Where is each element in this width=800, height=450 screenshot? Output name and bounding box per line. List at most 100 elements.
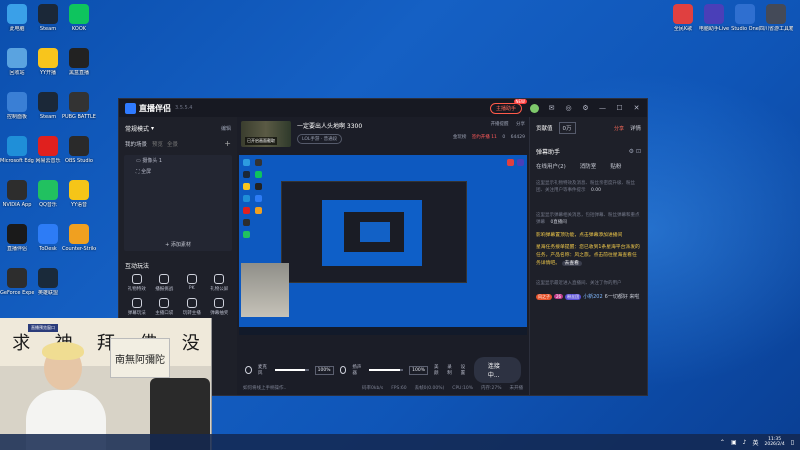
mic-volume-slider[interactable] — [274, 369, 309, 371]
desktop-icon[interactable]: OBS Studio — [62, 136, 96, 164]
desktop-icon[interactable]: PUBG BATTLEGRO — [62, 92, 96, 120]
desktop-icon[interactable]: 网易云音乐 — [31, 136, 65, 164]
streamer-assistant-button[interactable]: 主播助手 NEW — [489, 98, 527, 114]
user-avatar[interactable] — [530, 103, 539, 113]
desktop-icon[interactable]: ToDesk — [31, 224, 65, 252]
dropped-frames-status: 丢帧0(0.00%) — [414, 386, 445, 391]
detail-link[interactable]: 详情 — [630, 124, 641, 132]
kge-icon — [673, 4, 693, 24]
interact-tool[interactable]: 礼物公屏 — [206, 274, 234, 292]
desktop-icon[interactable]: 四川省游工具箱 — [759, 4, 793, 32]
desktop-icon[interactable]: QQ音乐 — [31, 180, 65, 208]
record-button[interactable]: 录制 — [447, 364, 454, 376]
edit-button[interactable]: 编辑 — [221, 125, 231, 132]
interact-tool[interactable]: 播报挑战 — [151, 274, 179, 292]
chevron-up-icon[interactable]: ⌃ — [720, 439, 725, 446]
source-item[interactable]: ⛶ 全屏 — [124, 166, 232, 177]
input-method-indicator[interactable]: 英 — [752, 438, 758, 447]
beauty-button[interactable]: 美颜 — [434, 364, 441, 376]
desktop-icon[interactable]: YY语音 — [62, 180, 96, 208]
tool-label: PK — [188, 286, 195, 291]
desktop-icon[interactable]: Steam — [31, 92, 65, 120]
assistant-tools-icon[interactable]: ⚙ ⊡ — [629, 148, 641, 155]
speaker-volume-slider[interactable] — [369, 369, 404, 371]
desktop-icon[interactable]: 此电脑 — [0, 4, 34, 32]
interact-tools: 礼物特效 播报挑战 PK 礼物公屏弹幕玩法 主播口袋 玩转主播 弹幕抽奖 — [119, 274, 237, 316]
desktop-icon[interactable]: 控制面板 — [0, 92, 34, 120]
minimize-button[interactable]: — — [598, 104, 607, 113]
help-hint[interactable]: 如何将线上手柄操作.. — [243, 385, 286, 391]
desktop-icon[interactable]: 回收站 — [0, 48, 34, 76]
stream-preview[interactable] — [239, 155, 527, 335]
cs2-icon — [69, 224, 89, 244]
room-cover[interactable]: 已开启画面截取 — [241, 121, 291, 147]
tab-online-users[interactable]: 在线用户(2) — [536, 162, 566, 170]
chat-message[interactable]: 风之子 26 粉丝团 小新202 6一切都好 来啦 — [536, 293, 641, 300]
sign-live[interactable]: 签约开播 11 — [472, 135, 497, 140]
interact-tool[interactable]: 弹幕抽奖 — [206, 298, 234, 316]
tab-fire-room[interactable]: 消防室 — [580, 162, 597, 170]
mode-header: 常规模式 ▾ 编辑 — [119, 117, 237, 136]
volume-icon[interactable]: ♪ — [743, 439, 747, 446]
interact-tool[interactable]: PK — [178, 274, 206, 292]
desktop-icon[interactable]: YY开播 — [31, 48, 65, 76]
clock[interactable]: 11:35 2026/2/4 — [764, 437, 784, 448]
desktop-icon[interactable]: 电脑助手Live — [697, 4, 731, 32]
speaker-icon[interactable] — [339, 366, 347, 374]
desktop-icon[interactable]: Steam — [31, 4, 65, 32]
desktop-icon[interactable]: Studio One — [728, 4, 762, 32]
tool-label: 主播口袋 — [155, 311, 174, 316]
interact-tool[interactable]: 弹幕玩法 — [123, 298, 151, 316]
maximize-button[interactable]: ☐ — [615, 104, 624, 113]
settings-button[interactable]: 设置 — [461, 364, 468, 376]
desktop-icon-label: 控制面板 — [6, 114, 27, 120]
desktop-icon[interactable]: 英雄联盟 — [31, 268, 65, 296]
desktop-icon[interactable]: 直播伴侣 — [0, 224, 34, 252]
desktop-icon[interactable]: 全民K歌 — [666, 4, 700, 32]
close-button[interactable]: ✕ — [632, 104, 641, 113]
speaker-volume-value[interactable]: 100% — [409, 365, 429, 375]
source-item[interactable]: ▭ 摄像头 1 — [124, 155, 232, 166]
remind-button[interactable]: 开播提醒 — [491, 122, 509, 127]
desktop-icon[interactable]: KOOK — [62, 4, 96, 32]
interact-tool[interactable]: 礼物特效 — [123, 274, 151, 292]
mic-volume-value[interactable]: 100% — [314, 365, 334, 375]
scene-tab-panorama[interactable]: 全景 — [167, 140, 178, 148]
headset-icon[interactable]: ◎ — [564, 104, 573, 113]
desktop-icon[interactable]: Microsoft Edge — [0, 136, 34, 164]
chevron-down-icon[interactable]: ▾ — [151, 125, 154, 132]
settings-icon[interactable]: ⚙ — [581, 104, 590, 113]
mode-selector[interactable]: 常规模式 — [125, 124, 149, 133]
view-task-link[interactable]: 去查看 — [561, 261, 582, 266]
desktop-icon[interactable]: 黑盒直播 — [62, 48, 96, 76]
audio-control-bar: 麦克风 100% 扬声器 100% 美颜 录制 设置 连接中... — [237, 357, 529, 383]
add-source-button[interactable]: + 添加素材 — [124, 241, 232, 248]
new-badge: NEW — [513, 98, 527, 104]
chat-username[interactable]: 小新202 — [583, 293, 603, 300]
share-link[interactable]: 分享 — [614, 125, 624, 132]
desktop-icon[interactable]: Counter-Strike 2 — [62, 224, 96, 252]
share-button[interactable]: 分享 — [516, 122, 525, 127]
pin-tip[interactable]: 影响弹幕置顶功能，点击弹幕添加进播间 — [536, 232, 641, 240]
interact-tool[interactable]: 玩转主播 — [178, 298, 206, 316]
danmaku-count: 0直播间 — [550, 220, 567, 225]
desktop-icon-label: 英雄联盟 — [37, 290, 58, 296]
interact-tool[interactable]: 主播口袋 — [151, 298, 179, 316]
notification-icon[interactable]: ▯ — [791, 439, 794, 446]
tab-fans[interactable]: 贴粉 — [610, 162, 621, 170]
room-title[interactable]: 一定要出人头地啊 3300 — [297, 121, 453, 130]
desktop-icon[interactable]: GeForce Experience — [0, 268, 34, 296]
microphone-icon[interactable] — [245, 366, 252, 374]
desktop-icon[interactable]: NVIDIA App — [0, 180, 34, 208]
gold-rank[interactable]: 金玩榜 — [453, 135, 467, 140]
go-live-button[interactable]: 连接中... — [473, 357, 521, 383]
danmaku-assistant-header: 弹幕助手 ⚙ ⊡ — [530, 139, 647, 162]
room-category[interactable]: LOL手游 · 普通段 — [297, 134, 343, 144]
scene-tab-preview[interactable]: 预览 — [152, 140, 163, 148]
network-icon[interactable]: ▣ — [731, 439, 737, 446]
contribution-value[interactable]: 0万 — [558, 122, 576, 134]
yy-icon — [38, 48, 58, 68]
add-scene-icon[interactable]: + — [224, 139, 231, 148]
message-icon[interactable]: ✉ — [547, 104, 556, 113]
streamer-hair — [42, 342, 84, 360]
